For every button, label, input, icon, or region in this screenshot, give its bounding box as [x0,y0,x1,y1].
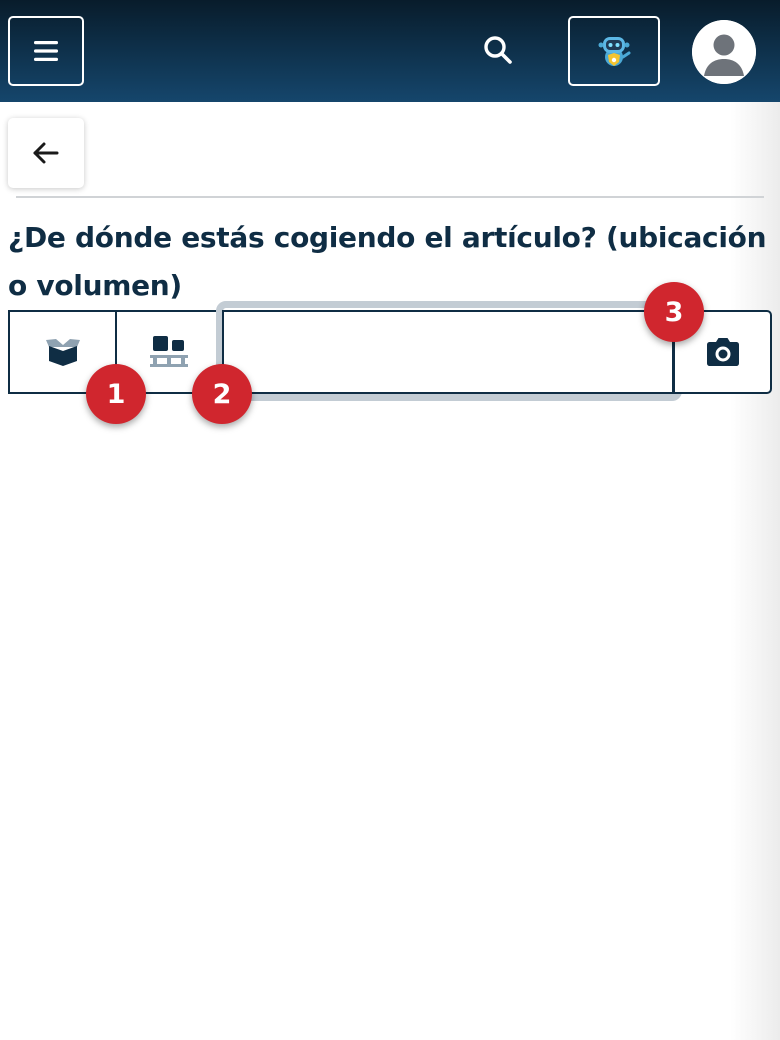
hamburger-menu-icon [34,41,58,61]
step-badge-1: 1 [86,364,146,424]
top-app-bar [0,0,780,102]
search-icon [484,36,512,64]
assistant-button[interactable] [568,16,660,86]
open-box-icon [46,339,80,366]
step-badge-3: 3 [644,282,704,342]
arrow-left-icon [33,142,59,164]
robot-assistant-icon [598,37,631,66]
step-badge-2: 2 [192,364,252,424]
section-divider [16,196,764,198]
camera-icon [706,338,739,366]
user-avatar[interactable] [692,20,756,84]
user-avatar-icon [692,20,756,84]
search-button[interactable] [476,30,520,70]
location-input[interactable] [222,310,674,394]
back-button[interactable] [8,118,84,188]
pallet-icon [149,336,188,367]
menu-button[interactable] [8,16,84,86]
